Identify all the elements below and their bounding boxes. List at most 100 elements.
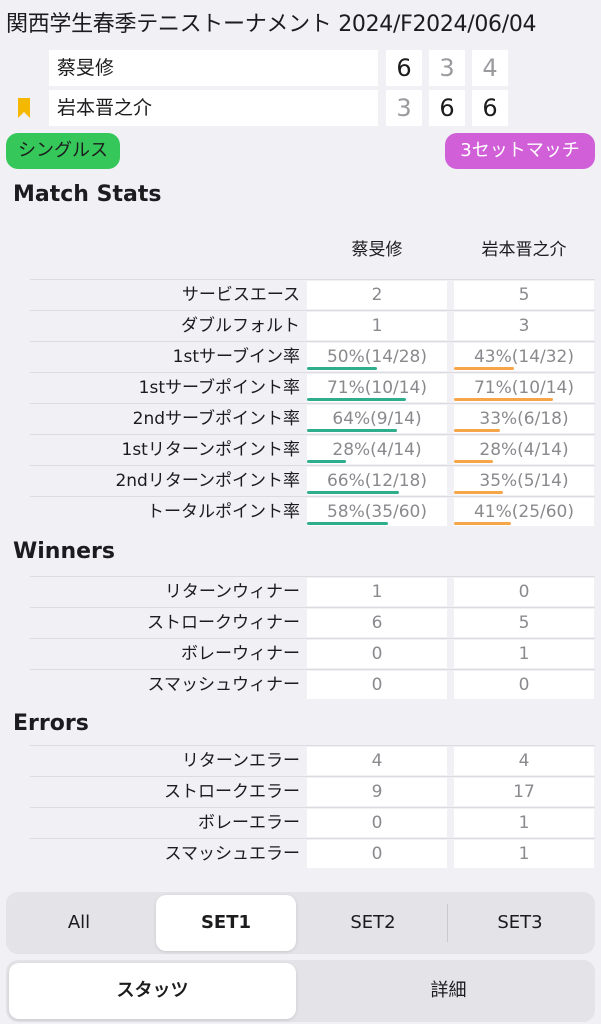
- stat-label: 1stサーブイン率: [172, 347, 300, 367]
- table-row: ストロークエラー 9 17: [30, 776, 595, 807]
- stat-label: 1stリターンポイント率: [121, 440, 301, 460]
- stat-value-text: 0: [518, 675, 530, 695]
- percentage-bar: [307, 367, 377, 370]
- format-tag: シングルス: [6, 133, 120, 169]
- errors-title: Errors: [13, 711, 89, 736]
- stat-value-player-a: 50%(14/28): [307, 343, 447, 371]
- stat-label: ストロークエラー: [164, 782, 300, 802]
- percentage-bar: [307, 460, 347, 463]
- stat-label: 2ndサーブポイント率: [132, 409, 300, 429]
- tab-set2[interactable]: SET2: [303, 895, 443, 951]
- stat-value-player-b: 1: [454, 840, 594, 868]
- player-name-2: 岩本晋之介: [49, 90, 378, 126]
- tab-set3[interactable]: SET3: [450, 895, 590, 951]
- column-header-player-b: 岩本晋之介: [481, 240, 567, 260]
- set-score-2-2: 6: [429, 90, 465, 126]
- stat-value-player-a: 1: [307, 312, 447, 340]
- stat-label: ストロークウィナー: [147, 613, 300, 633]
- stat-value-text: 1: [371, 316, 383, 336]
- match-stats-title: Match Stats: [13, 182, 162, 207]
- table-row: 1stサーブポイント率 71%(10/14) 71%(10/14): [30, 372, 595, 403]
- table-row: 1stリターンポイント率 28%(4/14) 28%(4/14): [30, 434, 595, 465]
- winners-title: Winners: [13, 539, 115, 564]
- stat-value-player-a: 0: [307, 640, 447, 668]
- stat-value-text: 1: [371, 582, 383, 602]
- table-row: 2ndサーブポイント率 64%(9/14) 33%(6/18): [30, 403, 595, 434]
- stat-label: サービスエース: [181, 285, 300, 305]
- stat-label: トータルポイント率: [147, 502, 300, 522]
- percentage-bar: [307, 398, 407, 401]
- table-row: リターンウィナー 1 0: [30, 576, 595, 607]
- set-score-2-3: 6: [472, 90, 508, 126]
- stat-label: ボレーウィナー: [181, 644, 300, 664]
- tournament-title: 関西学生春季テニストーナメント 2024/F2024/06/04: [6, 12, 537, 37]
- set-score-1-2: 3: [429, 50, 465, 86]
- percentage-bar: [307, 491, 400, 494]
- stat-value-text: 0: [371, 813, 383, 833]
- percentage-bar: [307, 522, 389, 525]
- stat-value-text: 5: [518, 285, 530, 305]
- stat-value-text: 41%(25/60): [473, 502, 575, 522]
- stat-value-player-b: 28%(4/14): [454, 436, 594, 464]
- stat-value-player-b: 71%(10/14): [454, 374, 594, 402]
- stat-value-text: 1: [518, 844, 530, 864]
- stat-value-text: 0: [371, 675, 383, 695]
- tab-stats[interactable]: スタッツ: [9, 963, 296, 1019]
- table-row: ダブルフォルト 1 3: [30, 310, 595, 341]
- table-row: リターンエラー 4 4: [30, 745, 595, 776]
- stat-value-player-a: 66%(12/18): [307, 467, 447, 495]
- stat-value-player-b: 5: [454, 281, 594, 309]
- stat-value-text: 35%(5/14): [479, 471, 569, 491]
- percentage-bar: [454, 367, 515, 370]
- player-row-2: 岩本晋之介 3 6 6: [0, 90, 601, 126]
- stat-value-player-b: 17: [454, 778, 594, 806]
- stat-value-text: 58%(35/60): [326, 502, 428, 522]
- player-row-1: 蔡旻修 6 3 4: [0, 50, 601, 86]
- stat-value-text: 28%(4/14): [479, 440, 569, 460]
- stat-value-player-a: 6: [307, 609, 447, 637]
- stat-value-player-b: 33%(6/18): [454, 405, 594, 433]
- table-row: スマッシュウィナー 0 0: [30, 669, 595, 700]
- stat-value-player-b: 0: [454, 671, 594, 699]
- bookmark-icon[interactable]: [17, 98, 31, 118]
- stat-value-text: 5: [518, 613, 530, 633]
- player-name-1: 蔡旻修: [49, 50, 378, 86]
- stat-value-player-b: 41%(25/60): [454, 498, 594, 526]
- stat-label: スマッシュエラー: [164, 844, 301, 864]
- tab-set1[interactable]: SET1: [156, 895, 296, 951]
- stat-value-text: 9: [371, 782, 383, 802]
- table-row: ボレーエラー 0 1: [30, 807, 595, 838]
- set-score-1-3: 4: [472, 50, 508, 86]
- stat-value-text: 28%(4/14): [332, 440, 422, 460]
- column-header-player-a: 蔡旻修: [351, 240, 403, 260]
- set-score-1-1: 6: [386, 50, 422, 86]
- stat-value-player-a: 0: [307, 840, 447, 868]
- stat-value-player-b: 35%(5/14): [454, 467, 594, 495]
- stat-label: リターンウィナー: [164, 582, 300, 602]
- stat-value-player-a: 58%(35/60): [307, 498, 447, 526]
- stat-value-player-b: 4: [454, 747, 594, 775]
- stat-value-text: 43%(14/32): [473, 347, 575, 367]
- stat-value-player-b: 1: [454, 809, 594, 837]
- stat-value-text: 17: [513, 782, 535, 802]
- stat-label: ボレーエラー: [198, 813, 300, 833]
- stat-label: スマッシュウィナー: [147, 675, 301, 695]
- set-segmented-control: All SET1 SET2 SET3: [6, 892, 595, 954]
- stat-value-text: 33%(6/18): [479, 409, 569, 429]
- tab-details[interactable]: 詳細: [305, 963, 592, 1019]
- view-segmented-control: スタッツ 詳細: [6, 960, 595, 1022]
- tab-all[interactable]: All: [9, 895, 149, 951]
- tab-divider: [447, 904, 448, 942]
- stat-value-player-b: 43%(14/32): [454, 343, 594, 371]
- table-row: 2ndリターンポイント率 66%(12/18) 35%(5/14): [30, 465, 595, 496]
- stat-value-player-a: 0: [307, 671, 447, 699]
- stat-value-text: 6: [371, 613, 383, 633]
- stat-value-player-b: 0: [454, 578, 594, 606]
- table-row: サービスエース 2 5: [30, 279, 595, 310]
- table-row: トータルポイント率 58%(35/60) 41%(25/60): [30, 496, 595, 527]
- stat-value-text: 50%(14/28): [326, 347, 428, 367]
- table-row: ストロークウィナー 6 5: [30, 607, 595, 638]
- stat-value-player-a: 71%(10/14): [307, 374, 447, 402]
- stat-value-text: 1: [518, 813, 530, 833]
- table-row: 1stサーブイン率 50%(14/28) 43%(14/32): [30, 341, 595, 372]
